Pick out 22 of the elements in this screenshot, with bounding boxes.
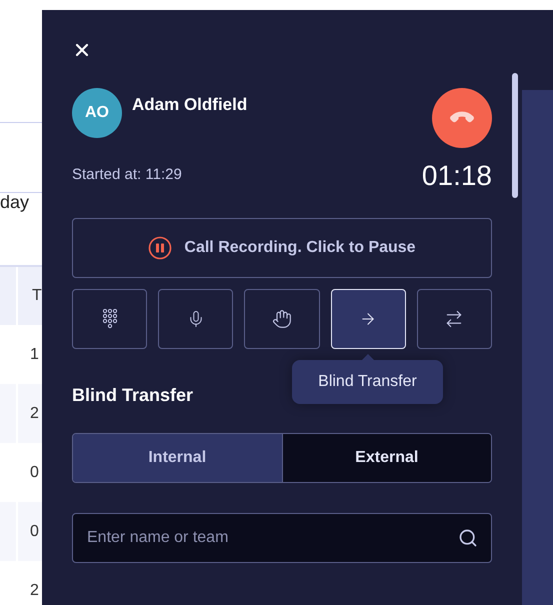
table-cell-text: 2 xyxy=(29,580,39,600)
tooltip-arrow xyxy=(362,354,374,360)
hand-icon xyxy=(272,309,292,329)
avatar: AO xyxy=(72,88,122,138)
start-time: Started at: 11:29 xyxy=(72,164,182,184)
dialpad-icon xyxy=(102,309,117,329)
search-icon xyxy=(458,528,478,548)
table-cell-text: 0 xyxy=(29,462,39,482)
transfer-tab[interactable]: Internal xyxy=(73,434,282,482)
caller-name: Adam Oldfield xyxy=(132,94,248,116)
table-cell-text: 1 xyxy=(29,344,39,364)
transfer-tab[interactable]: External xyxy=(282,434,491,482)
section-title: Blind Transfer xyxy=(72,384,194,407)
table-header-cell-text: T xyxy=(31,286,42,306)
table-cell-text: 0 xyxy=(29,522,39,542)
table-cell-text: 2 xyxy=(29,404,39,424)
pause-icon xyxy=(148,236,172,260)
page-heading: day xyxy=(0,191,30,214)
call-recording-button[interactable]: Call Recording. Click to Pause xyxy=(72,218,492,278)
tooltip: Blind Transfer xyxy=(292,360,443,404)
call-timer: 01:18 xyxy=(422,162,492,190)
search-field[interactable]: Enter name or team xyxy=(72,513,492,563)
